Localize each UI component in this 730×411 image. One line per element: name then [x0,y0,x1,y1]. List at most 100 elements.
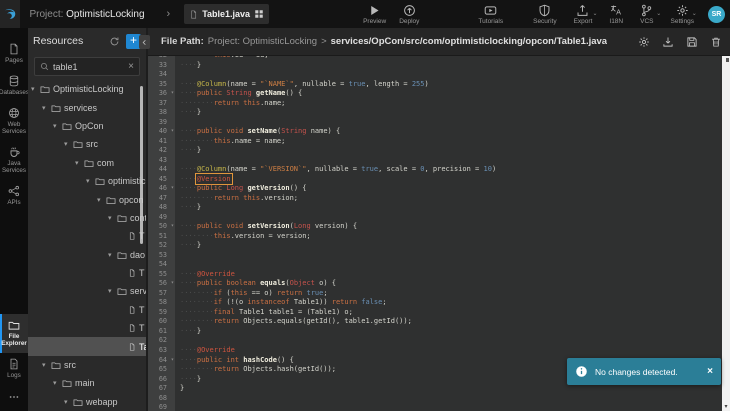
user-avatar[interactable]: SR [708,6,725,23]
tree-expand-arrow-icon[interactable]: ▾ [75,159,84,167]
tree-item[interactable]: ▾ com [28,154,146,172]
tree-item[interactable]: ▾ OpCon [28,117,146,135]
app-logo[interactable] [0,0,20,28]
code-line[interactable]: 34 [148,70,730,80]
code-line[interactable]: 55 ····@Override [148,270,730,280]
file-settings-button[interactable] [638,36,650,48]
code-line[interactable]: 68 [148,394,730,404]
tree-item[interactable]: ▾ servi [28,282,146,300]
code-line[interactable]: 41 ········this.name = name; [148,137,730,147]
sidebar-item-pages[interactable]: Pages [0,38,28,70]
tree-item[interactable]: ▾ cont [28,209,146,227]
fold-arrow-icon[interactable]: ▾ [171,222,174,232]
line-number[interactable]: 46▾ [148,184,175,194]
line-number[interactable]: 39 [148,118,175,128]
code-line[interactable]: 35 ····@Column(name = "`NAME`", nullable… [148,80,730,90]
tree-item[interactable]: ▾ src [28,356,146,374]
tree-expand-arrow-icon[interactable]: ▾ [108,287,117,295]
tree-expand-arrow-icon[interactable]: ▾ [31,85,40,93]
line-number[interactable]: 68 [148,394,175,404]
code-line[interactable]: 51 ········this.version = version; [148,232,730,242]
deploy-button[interactable]: Deploy [399,4,419,25]
tree-item[interactable]: T [28,264,146,282]
code-line[interactable]: 42 ····} [148,146,730,156]
fold-arrow-icon[interactable]: ▾ [171,127,174,137]
tree-item[interactable]: ▾ optimisticlocking [28,172,146,190]
refresh-button[interactable] [109,36,120,47]
code-line[interactable]: 39 [148,118,730,128]
sidebar-item-java-services[interactable]: Java Services [0,141,28,180]
code-line[interactable]: 48 ····} [148,203,730,213]
fold-arrow-icon[interactable]: ▾ [171,279,174,289]
line-number[interactable]: 50▾ [148,222,175,232]
line-number[interactable]: 54 [148,260,175,270]
code-line[interactable]: 43 [148,156,730,166]
tutorials-button[interactable]: Tutorials [478,4,503,25]
line-number[interactable]: 55 [148,270,175,280]
tree-expand-arrow-icon[interactable]: ▾ [64,140,73,148]
search-input[interactable] [53,62,128,72]
tree-expand-arrow-icon[interactable]: ▾ [97,196,106,204]
line-number[interactable]: 44 [148,165,175,175]
line-number[interactable]: 64▾ [148,356,175,366]
line-number[interactable]: 40▾ [148,127,175,137]
line-number[interactable]: 69 [148,403,175,411]
resources-search[interactable]: × [34,57,140,76]
tree-expand-arrow-icon[interactable]: ▾ [86,177,95,185]
code-line[interactable]: 58 ········if (!(o instanceof Table1)) r… [148,298,730,308]
i18n-button[interactable]: A I18N [609,4,623,25]
tree-expand-arrow-icon[interactable]: ▾ [108,251,117,259]
line-number[interactable]: 52 [148,241,175,251]
code-line[interactable]: 47 ········return this.version; [148,194,730,204]
line-number[interactable]: 60 [148,317,175,327]
code-line[interactable]: 49 [148,213,730,223]
line-number[interactable]: 53 [148,251,175,261]
line-number[interactable]: 66 [148,375,175,385]
tree-item[interactable]: ▾ webapp [28,393,146,411]
save-file-button[interactable] [686,36,698,48]
collapse-panel-button[interactable] [139,35,150,49]
code-line[interactable]: 67 } [148,384,730,394]
line-number[interactable]: 57 [148,289,175,299]
code-line[interactable]: 37 ········return this.name; [148,99,730,109]
line-number[interactable]: 41 [148,137,175,147]
line-number[interactable]: 59 [148,308,175,318]
sidebar-item-databases[interactable]: Databases [0,70,28,102]
delete-file-button[interactable] [710,36,722,48]
sidebar-item-web-services[interactable]: Web Services [0,102,28,141]
code-line[interactable]: 63 ····@Override [148,346,730,356]
sidebar-more-button[interactable] [0,385,28,409]
tree-item[interactable]: T [28,301,146,319]
code-line[interactable]: 33 ····} [148,61,730,71]
code-line[interactable]: 60 ········return Objects.equals(getId()… [148,317,730,327]
line-number[interactable]: 34 [148,70,175,80]
export-button[interactable]: ⌄ Export [574,4,593,25]
toast-close-icon[interactable]: × [707,366,713,377]
code-line[interactable]: 44 ····@Column(name = "`VERSION`", nulla… [148,165,730,175]
code-line[interactable]: 69 [148,403,730,411]
tree-expand-arrow-icon[interactable]: ▾ [108,214,117,222]
fold-arrow-icon[interactable]: ▾ [171,184,174,194]
code-line[interactable]: 50▾ ····public void setVersion(Long vers… [148,222,730,232]
line-number[interactable]: 47 [148,194,175,204]
code-line[interactable]: 38 ····} [148,108,730,118]
tree-item[interactable]: T [28,227,146,245]
tree-item[interactable]: T [28,319,146,337]
line-number[interactable]: 51 [148,232,175,242]
code-line[interactable]: 62 [148,336,730,346]
code-line[interactable]: 56▾ ····public boolean equals(Object o) … [148,279,730,289]
editor-scrollbar[interactable]: ▾ [722,56,730,411]
tree-expand-arrow-icon[interactable]: ▾ [53,122,62,130]
tree-item[interactable]: ▾ OptimisticLocking [28,80,146,98]
tree-item[interactable]: ▾ main [28,374,146,392]
tab-table1-java[interactable]: Table1.java [184,4,269,24]
tree-item[interactable]: ▾ dao [28,246,146,264]
tree-expand-arrow-icon[interactable]: ▾ [42,361,51,369]
grid-view-icon[interactable] [254,9,264,19]
line-number[interactable]: 42 [148,146,175,156]
clear-search-icon[interactable]: × [128,62,134,72]
code-line[interactable]: 57 ········if (this == o) return true; [148,289,730,299]
security-button[interactable]: Security [533,4,556,25]
scrollbar-down-arrow-icon[interactable]: ▾ [722,403,730,410]
tree-expand-arrow-icon[interactable]: ▾ [64,398,73,406]
